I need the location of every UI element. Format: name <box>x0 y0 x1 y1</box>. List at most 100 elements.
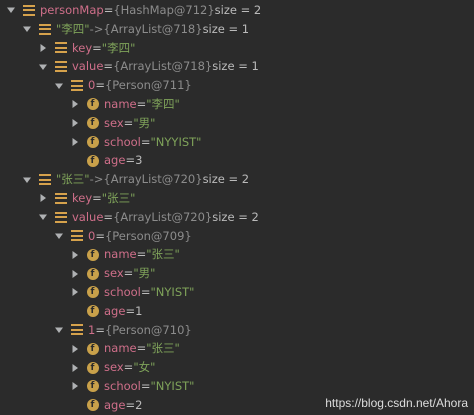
tree-node[interactable]: "李四" -> {ArrayList@718} size = 1 <box>22 20 249 39</box>
field-icon: f <box>86 399 99 412</box>
variable-bars-icon <box>54 192 67 205</box>
field-icon: f <box>86 117 99 130</box>
variable-name: sex <box>104 360 124 375</box>
tree-node[interactable]: f age = 3 <box>70 151 142 170</box>
tree-node[interactable]: f name = "张三" <box>70 245 180 264</box>
variable-name: name <box>104 341 137 356</box>
variable-name: age <box>104 303 126 318</box>
entry-key: "张三" <box>56 172 90 187</box>
type-reference: {ArrayList@718} <box>113 59 213 74</box>
variable-name: name <box>104 247 137 262</box>
chevron-down-icon[interactable] <box>6 5 16 15</box>
variable-name: name <box>104 97 137 111</box>
number-value: 3 <box>135 153 143 168</box>
chevron-down-icon[interactable] <box>54 325 64 335</box>
equals-sign: = <box>123 115 134 130</box>
field-icon: f <box>86 361 99 374</box>
tree-node[interactable]: f name = "李四" <box>70 95 180 114</box>
tree-node[interactable]: "张三" -> {ArrayList@720} size = 2 <box>22 170 249 189</box>
equals-sign: = <box>136 247 147 262</box>
chevron-right-icon[interactable] <box>70 99 80 109</box>
chevron-right-icon[interactable] <box>38 193 48 203</box>
entry-arrow: -> <box>89 21 104 36</box>
chevron-down-icon[interactable] <box>22 24 32 34</box>
type-reference: {ArrayList@720} <box>103 172 203 187</box>
chevron-right-icon[interactable] <box>70 118 80 128</box>
string-value: "李四" <box>146 97 180 111</box>
chevron-right-icon[interactable] <box>38 43 48 53</box>
tree-node[interactable]: f school = "NYIST" <box>70 283 194 302</box>
tree-node[interactable]: f sex = "男" <box>70 264 155 283</box>
tree-node[interactable]: f age = 2 <box>70 396 142 415</box>
variable-bars-icon <box>54 60 67 73</box>
equals-sign: = <box>136 341 147 356</box>
variable-name: value <box>72 209 104 224</box>
field-icon: f <box>86 380 99 393</box>
variable-name: 0 <box>88 228 96 243</box>
equals-sign: = <box>140 379 151 393</box>
tree-node[interactable]: key = "张三" <box>38 189 135 208</box>
string-value: "张三" <box>146 341 180 356</box>
equals-sign: = <box>125 397 136 412</box>
type-reference: {HashMap@712} <box>113 3 215 17</box>
string-value: "张三" <box>101 191 136 205</box>
variable-bars-icon <box>54 41 67 54</box>
size-label: size = 2 <box>214 3 262 17</box>
equals-sign: = <box>136 97 147 111</box>
string-value: "NYIST" <box>150 285 195 299</box>
entry-key: "李四" <box>56 21 90 36</box>
chevron-right-icon[interactable] <box>70 381 80 391</box>
chevron-right-icon[interactable] <box>70 269 80 279</box>
string-value: "男" <box>133 266 156 281</box>
chevron-right-icon[interactable] <box>70 250 80 260</box>
chevron-right-icon[interactable] <box>70 137 80 147</box>
chevron-down-icon[interactable] <box>54 81 64 91</box>
string-value: "男" <box>133 115 156 130</box>
equals-sign: = <box>123 266 134 281</box>
field-icon: f <box>86 286 99 299</box>
tree-node[interactable]: key = "李四" <box>38 39 135 58</box>
tree-node[interactable]: 0 = {Person@709} <box>54 227 192 246</box>
variable-name: sex <box>104 266 124 281</box>
tree-node[interactable]: value = {ArrayList@720} size = 2 <box>38 208 259 227</box>
chevron-right-icon[interactable] <box>70 287 80 297</box>
tree-node[interactable]: value = {ArrayList@718} size = 1 <box>38 57 259 76</box>
chevron-right-icon[interactable] <box>70 363 80 373</box>
equals-sign: = <box>95 228 105 243</box>
tree-node[interactable]: f sex = "女" <box>70 358 155 377</box>
equals-sign: = <box>140 134 151 149</box>
tree-node[interactable]: f school = "NYIST" <box>70 377 194 396</box>
equals-sign: = <box>92 191 102 205</box>
field-icon: f <box>86 342 99 355</box>
type-reference: {ArrayList@718} <box>103 21 203 36</box>
chevron-down-icon[interactable] <box>38 212 48 222</box>
variable-name: key <box>72 40 93 55</box>
equals-sign: = <box>125 153 136 168</box>
variable-name: age <box>104 397 126 412</box>
tree-node[interactable]: f age = 1 <box>70 302 142 321</box>
tree-node[interactable]: personMap = {HashMap@712} size = 2 <box>6 1 261 20</box>
string-value: "NYIST" <box>150 379 195 393</box>
size-label: size = 1 <box>212 59 259 74</box>
equals-sign: = <box>125 303 136 318</box>
chevron-down-icon[interactable] <box>38 62 48 72</box>
variable-name: school <box>104 379 141 393</box>
equals-sign: = <box>123 360 134 375</box>
tree-node[interactable]: 1 = {Person@710} <box>54 321 192 340</box>
tree-node[interactable]: f sex = "男" <box>70 114 155 133</box>
chevron-down-icon[interactable] <box>54 231 64 241</box>
variable-bars-icon <box>22 4 35 17</box>
tree-node[interactable]: f school = "NYYIST" <box>70 133 201 152</box>
variable-bars-icon <box>70 79 83 92</box>
size-label: size = 1 <box>202 21 250 36</box>
variable-bars-icon <box>54 211 67 224</box>
field-icon: f <box>86 248 99 261</box>
tree-node[interactable]: 0 = {Person@711} <box>54 76 192 95</box>
chevron-right-icon[interactable] <box>70 344 80 354</box>
chevron-down-icon[interactable] <box>22 175 32 185</box>
field-icon: f <box>86 135 99 148</box>
type-reference: {Person@709} <box>104 228 192 243</box>
tree-node[interactable]: f name = "张三" <box>70 339 180 358</box>
